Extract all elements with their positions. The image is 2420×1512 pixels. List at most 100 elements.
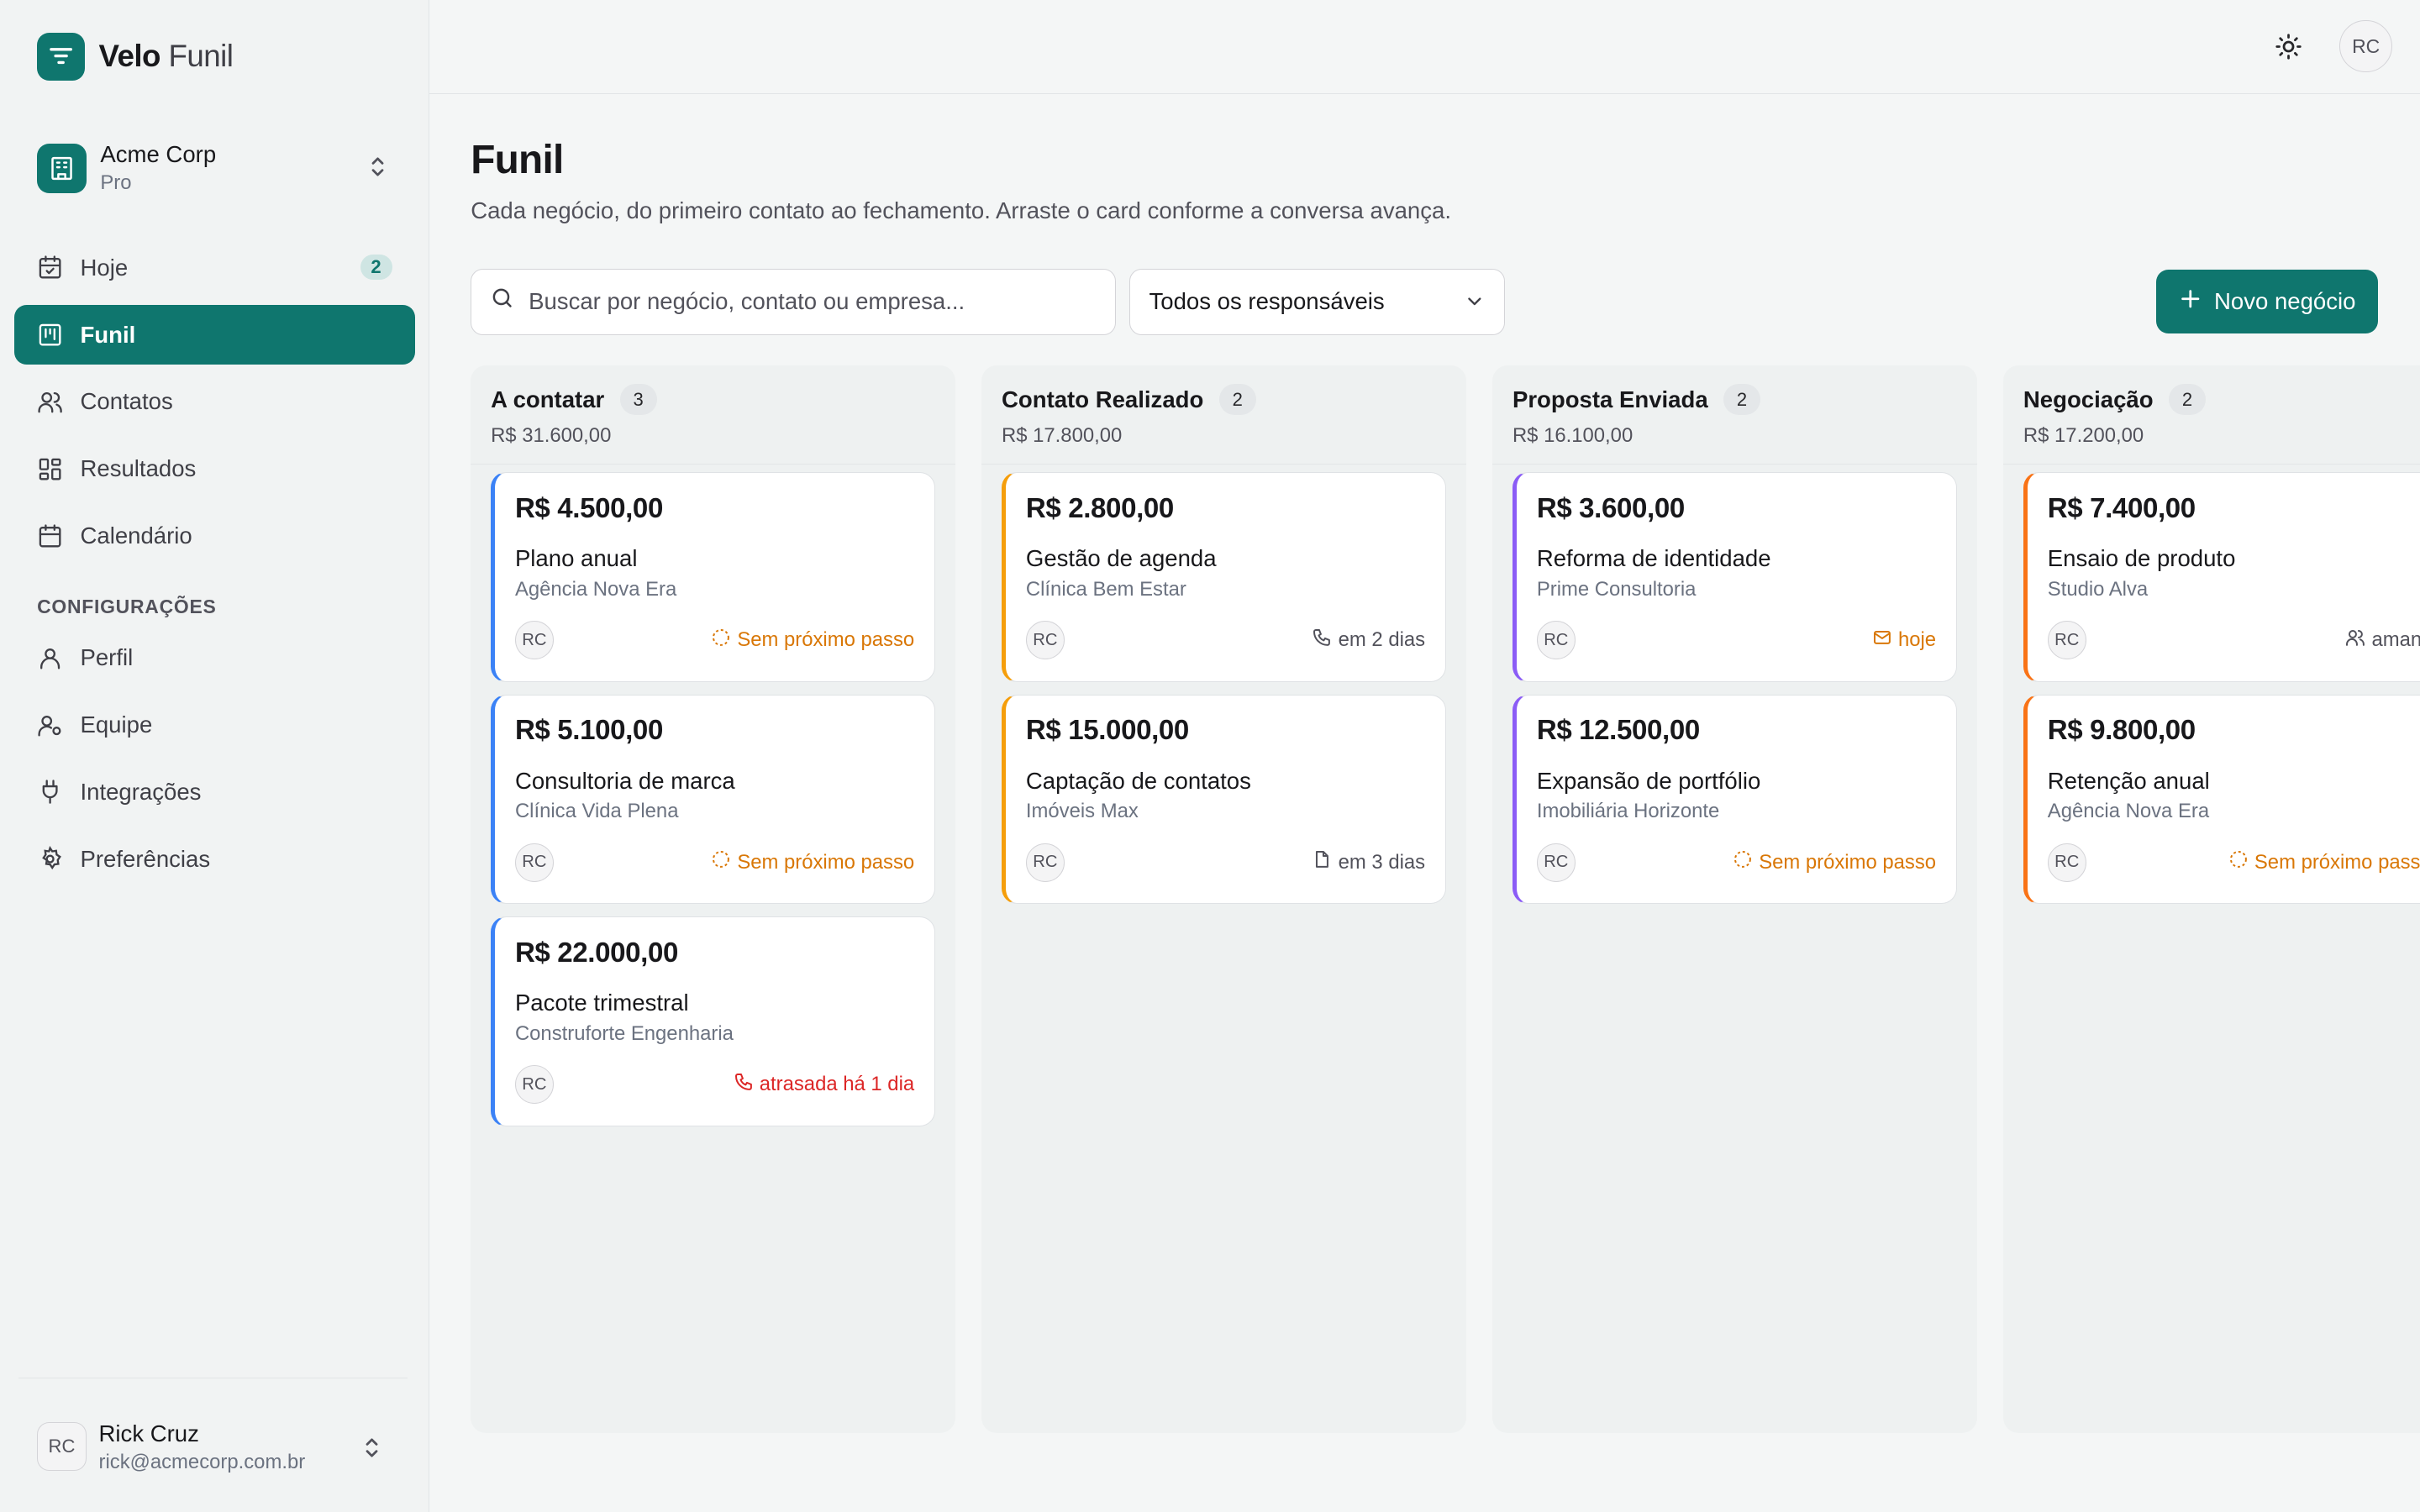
theme-toggle-sun-icon[interactable] bbox=[2275, 33, 2302, 67]
nav-item-resultados[interactable]: Resultados bbox=[14, 438, 416, 499]
deal-company: Clínica Vida Plena bbox=[514, 800, 679, 823]
column-a-contatar: A contatar 3 R$ 31.600,00 R$ 4.500,00 Pl… bbox=[471, 365, 955, 1434]
main-nav: Hoje 2 Funil Contatos Resultados Calendá… bbox=[13, 238, 416, 573]
deal-card[interactable]: R$ 2.800,00 Gestão de agenda Clínica Bem… bbox=[1002, 472, 1446, 682]
column-count-badge: 2 bbox=[2168, 384, 2206, 416]
next-step-label: em 3 dias bbox=[1338, 850, 1426, 874]
deal-name: Pacote trimestral bbox=[514, 990, 689, 1016]
nav-label: Hoje bbox=[80, 254, 129, 281]
plug-icon bbox=[37, 779, 63, 805]
deal-card[interactable]: R$ 4.500,00 Plano anual Agência Nova Era… bbox=[491, 472, 936, 682]
deal-company: Prime Consultoria bbox=[1536, 577, 1697, 601]
deal-name: Retenção anual bbox=[2047, 767, 2210, 794]
column-header: Proposta Enviada 2 R$ 16.100,00 bbox=[1492, 365, 1977, 465]
column-count-badge: 2 bbox=[1723, 384, 1761, 416]
app-logo[interactable]: Velo Funil bbox=[37, 32, 234, 81]
deal-card[interactable]: R$ 9.800,00 Retenção anual Agência Nova … bbox=[2023, 694, 2420, 905]
nav-label: Funil bbox=[80, 321, 136, 348]
user-name: Rick Cruz bbox=[98, 1420, 199, 1446]
next-step[interactable]: Sem próximo passo bbox=[711, 849, 914, 875]
owner-avatar: RC bbox=[1025, 843, 1065, 882]
nav-item-funil[interactable]: Funil bbox=[13, 304, 416, 365]
deal-company: Imobiliária Horizonte bbox=[1536, 800, 1720, 823]
deal-name: Reforma de identidade bbox=[1536, 545, 1771, 572]
deal-value: R$ 12.500,00 bbox=[1536, 715, 1700, 747]
next-step[interactable]: em 2 dias bbox=[1312, 627, 1425, 654]
next-step[interactable]: amanhã bbox=[2345, 627, 2420, 654]
column-title: Negociação bbox=[2023, 386, 2154, 412]
next-step[interactable]: hoje bbox=[1872, 627, 1936, 654]
deal-name: Gestão de agenda bbox=[1025, 545, 1217, 572]
deal-card[interactable]: R$ 12.500,00 Expansão de portfólio Imobi… bbox=[1512, 694, 1957, 905]
deal-card[interactable]: R$ 5.100,00 Consultoria de marca Clínica… bbox=[491, 694, 936, 905]
search-box[interactable] bbox=[471, 268, 1116, 335]
deal-value: R$ 4.500,00 bbox=[514, 492, 663, 524]
phone-icon bbox=[734, 1072, 754, 1098]
user-email: rick@acmecorp.com.br bbox=[98, 1451, 306, 1474]
avatar[interactable]: RC bbox=[2339, 19, 2392, 73]
nav-item-perfil[interactable]: Perfil bbox=[14, 628, 416, 689]
nav-item-contatos[interactable]: Contatos bbox=[14, 372, 416, 433]
deal-name: Consultoria de marca bbox=[514, 767, 735, 794]
column-title: Contato Realizado bbox=[1002, 386, 1204, 412]
document-icon bbox=[1312, 849, 1332, 875]
user-menu[interactable]: RC Rick Cruz rick@acmecorp.com.br bbox=[18, 1378, 408, 1512]
plus-icon bbox=[2179, 287, 2202, 317]
nav-label: Perfil bbox=[80, 644, 134, 671]
next-step[interactable]: em 3 dias bbox=[1312, 849, 1425, 875]
settings-section-label: CONFIGURAÇÕES bbox=[37, 595, 217, 617]
nav-item-equipe[interactable]: Equipe bbox=[14, 695, 416, 755]
nav-item-calendario[interactable]: Calendário bbox=[14, 506, 416, 566]
deal-card[interactable]: R$ 15.000,00 Captação de contatos Imóvei… bbox=[1002, 694, 1446, 905]
next-step-label: Sem próximo passo bbox=[737, 628, 915, 652]
deal-company: Imóveis Max bbox=[1025, 800, 1139, 823]
chevron-down-icon bbox=[1464, 291, 1486, 318]
users-icon bbox=[37, 389, 63, 415]
next-step[interactable]: Sem próximo passo bbox=[711, 627, 914, 654]
next-step-label: em 2 dias bbox=[1338, 628, 1426, 652]
column-title: A contatar bbox=[491, 386, 605, 412]
org-switcher[interactable]: Acme Corp Pro bbox=[37, 137, 392, 198]
nav-item-preferencias[interactable]: Preferências bbox=[14, 829, 416, 890]
deal-value: R$ 22.000,00 bbox=[514, 937, 678, 969]
nav-label: Contatos bbox=[80, 388, 173, 415]
column-total: R$ 17.800,00 bbox=[1002, 424, 1123, 448]
deal-card[interactable]: R$ 3.600,00 Reforma de identidade Prime … bbox=[1512, 472, 1957, 682]
nav-item-hoje[interactable]: Hoje 2 bbox=[14, 238, 416, 298]
deal-company: Construforte Engenharia bbox=[514, 1021, 734, 1045]
page-subtitle: Cada negócio, do primeiro contato ao fec… bbox=[471, 197, 1452, 224]
search-icon bbox=[490, 286, 514, 317]
column-proposta-enviada: Proposta Enviada 2 R$ 16.100,00 R$ 3.600… bbox=[1492, 365, 1977, 1434]
owner-filter-select[interactable]: Todos os responsáveis bbox=[1129, 268, 1505, 335]
column-total: R$ 17.200,00 bbox=[2023, 424, 2144, 448]
calendar-icon bbox=[37, 523, 63, 549]
sidebar: Velo Funil Acme Corp Pro Hoje 2 Funil Co… bbox=[0, 0, 429, 1512]
chevron-up-down-icon bbox=[358, 1434, 386, 1468]
owner-avatar: RC bbox=[2047, 843, 2086, 882]
calendar-check-icon bbox=[37, 255, 63, 281]
kanban-icon bbox=[37, 322, 63, 348]
deal-value: R$ 5.100,00 bbox=[514, 715, 663, 747]
nav-label: Resultados bbox=[80, 455, 197, 482]
deal-name: Ensaio de produto bbox=[2047, 545, 2236, 572]
next-step-label: hoje bbox=[1897, 628, 1937, 652]
next-step[interactable]: Sem próximo passo bbox=[2228, 849, 2420, 875]
next-step-label: Sem próximo passo bbox=[1759, 850, 1937, 874]
next-step-label: Sem próximo passo bbox=[737, 850, 915, 874]
deal-card[interactable]: R$ 7.400,00 Ensaio de produto Studio Alv… bbox=[2023, 472, 2420, 682]
deal-value: R$ 15.000,00 bbox=[1025, 715, 1189, 747]
dashed-circle-icon bbox=[711, 627, 731, 654]
column-total: R$ 31.600,00 bbox=[491, 424, 612, 448]
nav-item-integracoes[interactable]: Integrações bbox=[14, 762, 416, 822]
new-deal-button[interactable]: Novo negócio bbox=[2155, 270, 2379, 333]
column-negociacao: Negociação 2 R$ 17.200,00 R$ 7.400,00 En… bbox=[2003, 365, 2420, 1434]
deal-value: R$ 2.800,00 bbox=[1025, 492, 1174, 524]
user-icon bbox=[37, 645, 63, 671]
phone-icon bbox=[1312, 627, 1332, 654]
owner-filter-value: Todos os responsáveis bbox=[1149, 288, 1385, 315]
next-step[interactable]: atrasada há 1 dia bbox=[734, 1072, 914, 1098]
dashed-circle-icon bbox=[1733, 849, 1753, 875]
search-input[interactable] bbox=[529, 288, 1085, 316]
deal-card[interactable]: R$ 22.000,00 Pacote trimestral Construfo… bbox=[491, 916, 936, 1126]
next-step[interactable]: Sem próximo passo bbox=[1733, 849, 1936, 875]
